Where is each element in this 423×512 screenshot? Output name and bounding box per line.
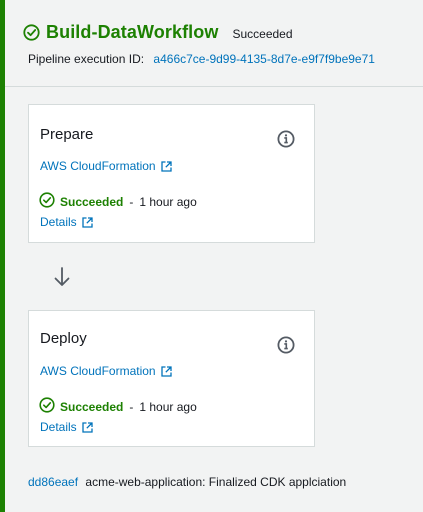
action-details-link[interactable]: Details — [40, 215, 93, 229]
status-separator: - — [129, 399, 134, 414]
arrow-down-icon — [53, 266, 71, 288]
check-circle-icon — [39, 397, 55, 416]
action-details-link[interactable]: Details — [40, 420, 93, 434]
details-label: Details — [40, 420, 77, 434]
action-card-deploy: Deploy AWS CloudFormation Succeeded - 1 … — [28, 310, 315, 447]
info-icon[interactable] — [277, 336, 295, 354]
action-status-text: Succeeded — [60, 399, 124, 414]
external-link-icon — [160, 160, 172, 172]
action-status-row: Succeeded - 1 hour ago — [39, 397, 197, 416]
execution-id-link[interactable]: a466c7ce-9d99-4135-8d7e-e9f7f9be9e71 — [153, 52, 375, 66]
external-link-icon — [82, 216, 93, 228]
action-provider-link[interactable]: AWS CloudFormation — [40, 364, 172, 378]
action-card-prepare: Prepare AWS CloudFormation Succeeded - 1… — [28, 104, 315, 243]
info-icon[interactable] — [277, 130, 295, 148]
action-name: Deploy — [40, 330, 87, 347]
execution-id-label: Pipeline execution ID: — [28, 52, 145, 66]
execution-id-row: Pipeline execution ID: a466c7ce-9d99-413… — [28, 52, 375, 66]
external-link-icon — [82, 421, 93, 433]
action-provider-label: AWS CloudFormation — [40, 159, 156, 173]
action-status-time: 1 hour ago — [139, 399, 197, 414]
action-status-time: 1 hour ago — [139, 194, 197, 209]
stage-title-row: Build-DataWorkflow Succeeded — [23, 22, 293, 43]
stage-status-text: Succeeded — [232, 26, 293, 41]
pipeline-stage: Build-DataWorkflow Succeeded Pipeline ex… — [0, 0, 423, 512]
commit-message: acme-web-application: Finalized CDK appl… — [85, 475, 347, 489]
source-commit-row: dd86eaef acme-web-application: Finalized… — [28, 475, 346, 489]
details-label: Details — [40, 215, 77, 229]
action-status-text: Succeeded — [60, 194, 124, 209]
check-circle-icon — [39, 192, 55, 211]
stage-header — [5, 0, 423, 86]
action-provider-label: AWS CloudFormation — [40, 364, 156, 378]
check-circle-icon — [23, 24, 40, 41]
action-status-row: Succeeded - 1 hour ago — [39, 192, 197, 211]
status-separator: - — [129, 194, 134, 209]
header-divider — [5, 86, 423, 87]
action-provider-link[interactable]: AWS CloudFormation — [40, 159, 172, 173]
commit-id-link[interactable]: dd86eaef — [28, 475, 78, 489]
action-name: Prepare — [40, 126, 94, 143]
external-link-icon — [160, 365, 172, 377]
stage-title: Build-DataWorkflow — [46, 22, 219, 42]
